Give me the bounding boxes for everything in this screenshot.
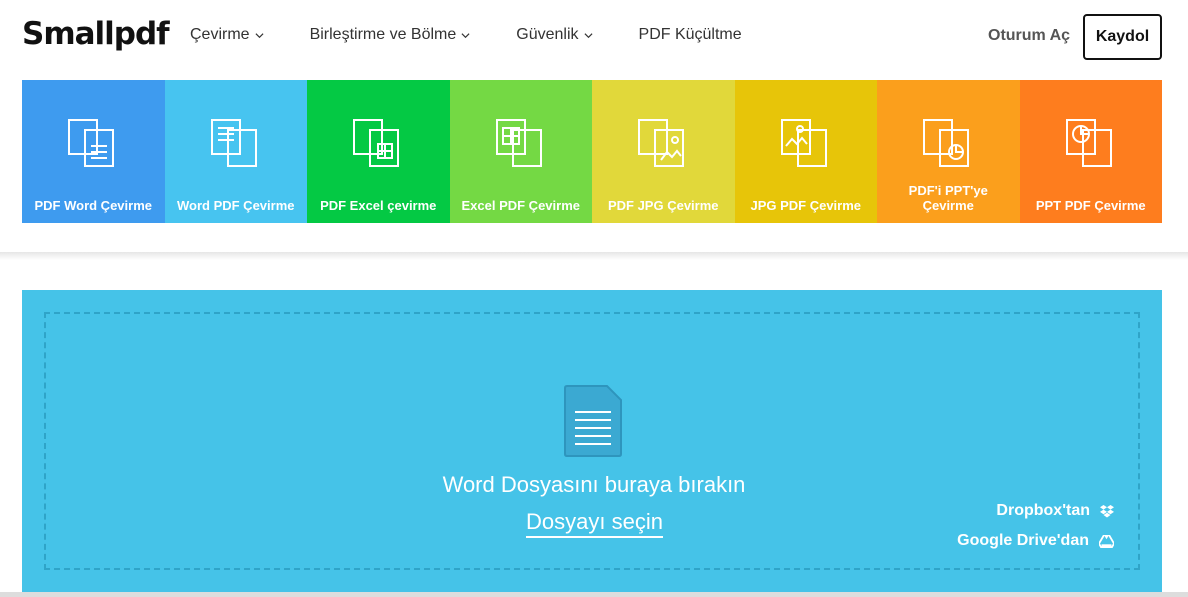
bottom-border [0, 592, 1188, 597]
logo[interactable]: Smallpdf [22, 16, 170, 52]
tool-label: Excel PDF Çevirme [461, 198, 580, 213]
tool-label: Word PDF Çevirme [176, 198, 295, 213]
tool-label: JPG PDF Çevirme [750, 198, 862, 213]
nav-label: Birleştirme ve Bölme [309, 26, 457, 43]
pdf-to-jpg-icon [638, 119, 685, 167]
tool-label: PDF JPG Çevirme [607, 198, 719, 213]
google-drive-button[interactable]: Google Drive'dan [957, 532, 1114, 550]
tool-word-to-pdf[interactable]: Word PDF Çevirme [164, 80, 307, 223]
top-bar: Smallpdf Çevirme Birleştirme ve Bölme Gü… [0, 0, 1188, 78]
nav-label: Güvenlik [516, 26, 579, 43]
tool-pdf-to-jpg[interactable]: PDF JPG Çevirme [592, 80, 735, 223]
section-divider [0, 252, 1188, 260]
document-icon [564, 385, 622, 457]
chevron-down-icon [255, 32, 264, 38]
nav-cevirme[interactable]: Çevirme [190, 26, 264, 44]
nav-label: Çevirme [190, 26, 250, 43]
word-to-pdf-icon [210, 119, 257, 167]
dropbox-icon [1100, 504, 1114, 517]
tool-label: PDF'i PPT'ye Çevirme [908, 183, 988, 213]
choose-file-link[interactable]: Dosyayı seçin [526, 509, 663, 538]
drop-area[interactable]: Word Dosyasını buraya bırakın Dosyayı se… [44, 312, 1140, 570]
nav-label: PDF Küçültme [638, 26, 742, 43]
google-drive-icon [1099, 534, 1114, 548]
tool-pdf-to-ppt[interactable]: PDF'i PPT'ye Çevirme [877, 80, 1020, 223]
tool-pdf-to-word[interactable]: PDF Word Çevirme [22, 80, 165, 223]
excel-to-pdf-icon [495, 119, 542, 167]
tool-jpg-to-pdf[interactable]: JPG PDF Çevirme [734, 80, 877, 223]
chevron-down-icon [584, 32, 593, 38]
dropbox-label: Dropbox'tan [996, 502, 1090, 519]
jpg-to-pdf-icon [780, 119, 827, 167]
main-nav: Çevirme Birleştirme ve Bölme Güvenlik PD… [190, 26, 788, 44]
ppt-to-pdf-icon [1065, 119, 1112, 167]
chevron-down-icon [461, 32, 470, 38]
tool-label: PDF Excel çevirme [320, 198, 437, 213]
tool-ppt-to-pdf[interactable]: PPT PDF Çevirme [1019, 80, 1162, 223]
dropbox-button[interactable]: Dropbox'tan [996, 502, 1114, 520]
tool-excel-to-pdf[interactable]: Excel PDF Çevirme [449, 80, 592, 223]
tool-label: PDF Word Çevirme [34, 198, 152, 213]
tool-label: PPT PDF Çevirme [1035, 198, 1146, 213]
pdf-to-word-icon [68, 119, 115, 167]
pdf-to-excel-icon [353, 119, 400, 167]
pdf-to-ppt-icon [923, 119, 970, 167]
tool-grid: PDF Word Çevirme Word PDF Çevirme PDF Ex… [22, 80, 1162, 223]
google-drive-label: Google Drive'dan [957, 532, 1089, 549]
signup-button[interactable]: Kaydol [1083, 14, 1162, 60]
drop-zone[interactable]: Word Dosyasını buraya bırakın Dosyayı se… [22, 290, 1162, 597]
nav-pdf-kucultme[interactable]: PDF Küçültme [639, 26, 742, 44]
nav-birlestirme[interactable]: Birleştirme ve Bölme [310, 26, 471, 44]
tool-pdf-to-excel[interactable]: PDF Excel çevirme [307, 80, 450, 223]
nav-guvenlik[interactable]: Güvenlik [516, 26, 593, 44]
drop-title: Word Dosyasını buraya bırakın [442, 472, 746, 497]
login-link[interactable]: Oturum Aç [988, 27, 1070, 45]
